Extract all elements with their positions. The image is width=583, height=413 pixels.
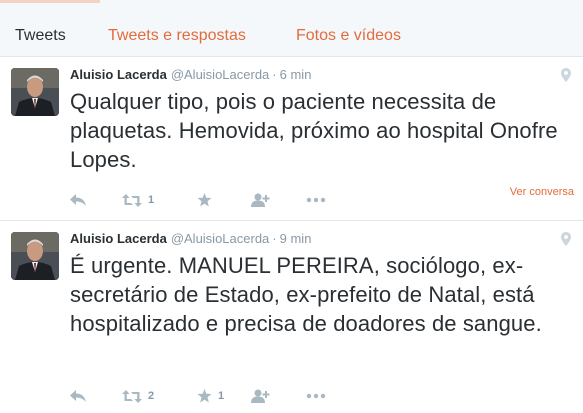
- tweet-fullname[interactable]: Aluisio Lacerda: [70, 67, 167, 82]
- tweet-timestamp[interactable]: 6 min: [280, 67, 312, 82]
- more-icon: [306, 197, 326, 203]
- tweet-username[interactable]: @AluisioLacerda: [171, 67, 269, 82]
- tweet-text: É urgente. MANUEL PEREIRA, sociólogo, ex…: [70, 253, 542, 336]
- favorite-icon: [197, 193, 212, 207]
- reply-button[interactable]: [70, 387, 86, 405]
- tweet-text: Qualquer tipo, pois o paciente necessita…: [70, 89, 558, 172]
- view-conversation-link[interactable]: Ver conversa: [510, 186, 574, 198]
- tweet-fullname[interactable]: Aluisio Lacerda: [70, 231, 167, 246]
- tab-photos-videos[interactable]: Fotos e vídeos: [296, 26, 401, 46]
- tweet-username[interactable]: @AluisioLacerda: [171, 231, 269, 246]
- geo-pin-icon[interactable]: [561, 232, 571, 246]
- avatar[interactable]: [11, 232, 59, 280]
- favorite-button[interactable]: 1: [197, 387, 224, 405]
- favorite-button[interactable]: [197, 191, 212, 209]
- follow-icon: [251, 193, 270, 207]
- more-button[interactable]: [306, 387, 326, 405]
- tweet-separator: ·: [272, 67, 277, 82]
- follow-button[interactable]: [250, 387, 270, 405]
- favorite-count: 1: [218, 390, 225, 402]
- reply-icon: [70, 390, 86, 402]
- geo-pin-icon[interactable]: [561, 68, 571, 82]
- retweet-button[interactable]: 1: [122, 191, 154, 209]
- tab-tweets[interactable]: Tweets: [15, 26, 66, 46]
- follow-icon: [251, 389, 270, 403]
- avatar[interactable]: [11, 68, 59, 116]
- retweet-icon: [122, 193, 142, 207]
- reply-button[interactable]: [70, 191, 86, 209]
- tweet-header: Aluisio Lacerda @AluisioLacerda · 6 min: [70, 67, 311, 83]
- profile-tabs: Tweets Tweets e respostas Fotos e vídeos: [0, 0, 583, 57]
- retweet-icon: [122, 389, 142, 403]
- tweet-separator: ·: [272, 231, 277, 246]
- profile-timeline: Tweets Tweets e respostas Fotos e vídeos…: [0, 0, 583, 413]
- retweet-count: 1: [148, 194, 155, 206]
- tweet-header: Aluisio Lacerda @AluisioLacerda · 9 min: [70, 231, 311, 247]
- tweet-timestamp[interactable]: 9 min: [280, 231, 312, 246]
- tweet[interactable]: Aluisio Lacerda @AluisioLacerda · 9 min É u…: [0, 221, 583, 413]
- tab-tweets-replies[interactable]: Tweets e respostas: [108, 26, 246, 46]
- reply-icon: [70, 194, 86, 206]
- follow-button[interactable]: [250, 191, 270, 209]
- retweet-button[interactable]: 2: [122, 387, 154, 405]
- more-icon: [306, 393, 326, 399]
- favorite-icon: [197, 389, 212, 403]
- top-accent-bar: [0, 0, 100, 3]
- retweet-count: 2: [148, 390, 155, 402]
- more-button[interactable]: [306, 191, 326, 209]
- tweet[interactable]: Aluisio Lacerda @AluisioLacerda · 6 min Qua…: [0, 57, 583, 221]
